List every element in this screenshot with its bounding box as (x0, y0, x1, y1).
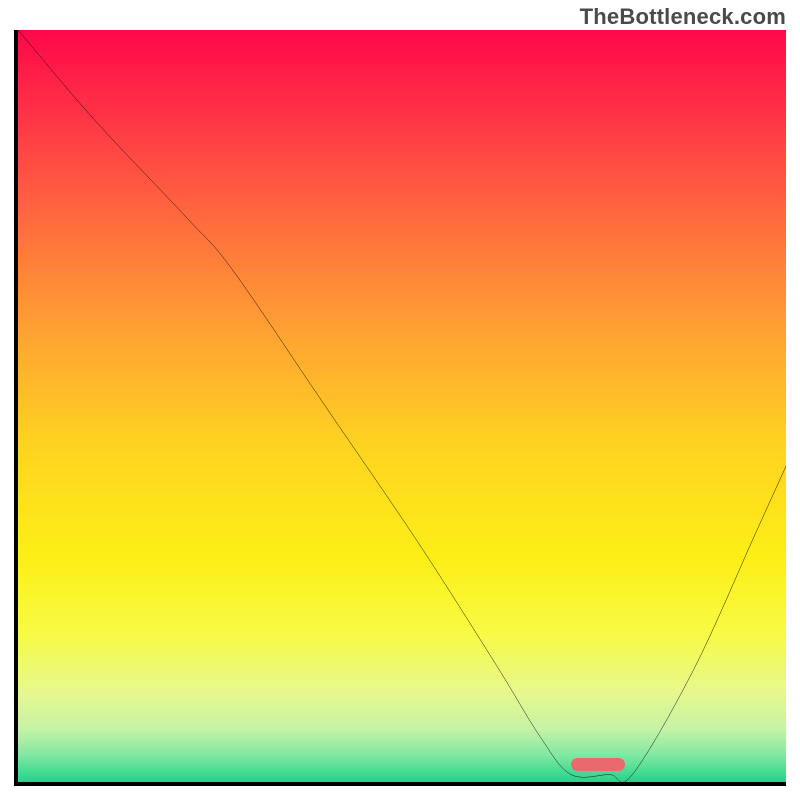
chart-container: TheBottleneck.com (0, 0, 800, 800)
optimal-range-marker (571, 758, 625, 771)
plot-inner (18, 30, 786, 782)
watermark-text: TheBottleneck.com (580, 4, 786, 30)
heat-gradient-background (18, 30, 786, 782)
plot-area (14, 30, 786, 786)
